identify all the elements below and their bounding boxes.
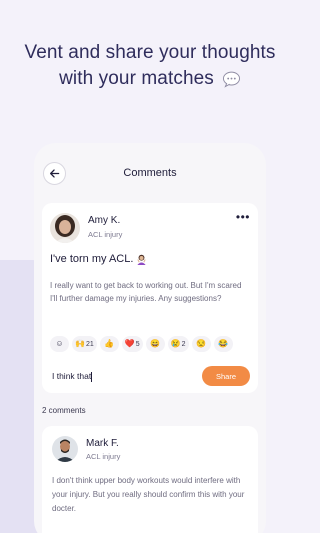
reactions-bar: ☺ 🙌 21 👍 ❤️ 5 😄 😢 2 😒 😂 [50, 336, 233, 352]
author-name[interactable]: Mark F. [86, 438, 119, 449]
top-bar: Comments [34, 143, 266, 201]
raised-hands-icon: 🙌 [75, 339, 85, 348]
speech-bubble-icon [222, 71, 240, 88]
headline-line-2: with your matches [59, 68, 214, 89]
reply-input-value: I think that [52, 371, 92, 381]
post-body: I really want to get back to working out… [50, 281, 242, 303]
sad-face-icon: 😢 [170, 339, 181, 348]
phone-screen: Comments Amy K. ACL injury ••• I've torn… [34, 143, 266, 533]
reaction-count: 2 [181, 340, 186, 348]
reaction-count: 21 [85, 340, 94, 348]
heart-icon: ❤️ [124, 339, 135, 348]
headline: Vent and share your thoughts with your m… [0, 40, 300, 92]
laughing-face-icon: 😂 [218, 339, 228, 348]
grinning-face-icon: 😄 [150, 339, 161, 348]
text-caret [91, 371, 93, 382]
woman-gesturing-icon [137, 254, 147, 265]
reaction-laughing[interactable]: 😂 [213, 336, 233, 352]
author-tag: ACL injury [86, 452, 121, 461]
reaction-count: 5 [135, 340, 140, 348]
author-name[interactable]: Amy K. [88, 215, 120, 226]
reaction-raised-hands[interactable]: 🙌 21 [72, 336, 97, 352]
comment-body: I don't think upper body workouts would … [52, 476, 245, 513]
post-title: I've torn my ACL. [50, 253, 147, 265]
avatar[interactable] [52, 436, 78, 462]
comment-card: Mark F. ACL injury I don't think upper b… [42, 426, 258, 533]
add-reaction-icon: ☺ [55, 339, 64, 348]
comments-count: 2 comments [42, 406, 86, 415]
reaction-heart[interactable]: ❤️ 5 [121, 336, 143, 352]
headline-line-1: Vent and share your thoughts [24, 42, 276, 63]
share-button[interactable]: Share [202, 366, 250, 386]
add-reaction-button[interactable]: ☺ [50, 336, 69, 352]
post-title-text: I've torn my ACL. [50, 253, 134, 265]
author-tag: ACL injury [88, 230, 123, 239]
unamused-face-icon: 😒 [196, 339, 206, 348]
post-card: Amy K. ACL injury ••• I've torn my ACL. … [42, 203, 258, 393]
reaction-sad[interactable]: 😢 2 [167, 336, 189, 352]
reaction-grinning[interactable]: 😄 [145, 336, 165, 352]
reaction-unamused[interactable]: 😒 [191, 336, 211, 352]
screen-title: Comments [123, 167, 177, 179]
reaction-thumbs-up[interactable]: 👍 [99, 336, 119, 352]
more-options-icon[interactable]: ••• [236, 211, 250, 223]
thumbs-up-icon: 👍 [104, 339, 115, 348]
avatar[interactable] [50, 213, 80, 243]
